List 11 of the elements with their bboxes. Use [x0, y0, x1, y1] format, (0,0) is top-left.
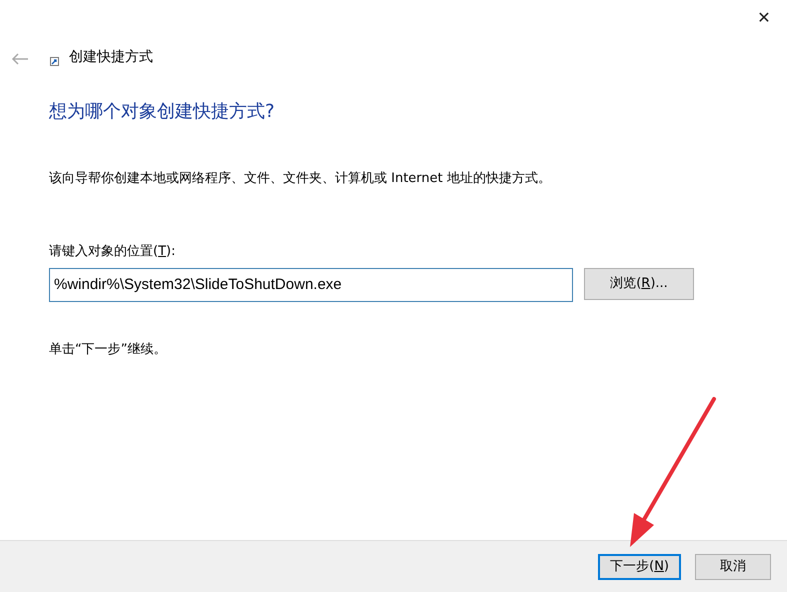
browse-button[interactable]: 浏览(R)... — [584, 268, 694, 300]
location-label: 请键入对象的位置(T): — [49, 242, 176, 260]
description-text: 该向导帮你创建本地或网络程序、文件、文件夹、计算机或 Internet 地址的快捷方式。 — [49, 170, 552, 188]
close-button[interactable]: ✕ — [741, 0, 787, 36]
location-field[interactable]: %windir%\System32\SlideToShutDown.exe — [49, 268, 573, 302]
wizard-heading: 想为哪个对象创建快捷方式? — [49, 100, 276, 124]
next-button[interactable]: 下一步(N) — [598, 554, 681, 580]
wizard-title: 创建快捷方式 — [69, 48, 153, 66]
hint-text: 单击“下一步”继续。 — [49, 340, 166, 358]
shortcut-icon — [50, 56, 59, 66]
cancel-button[interactable]: 取消 — [695, 554, 771, 580]
